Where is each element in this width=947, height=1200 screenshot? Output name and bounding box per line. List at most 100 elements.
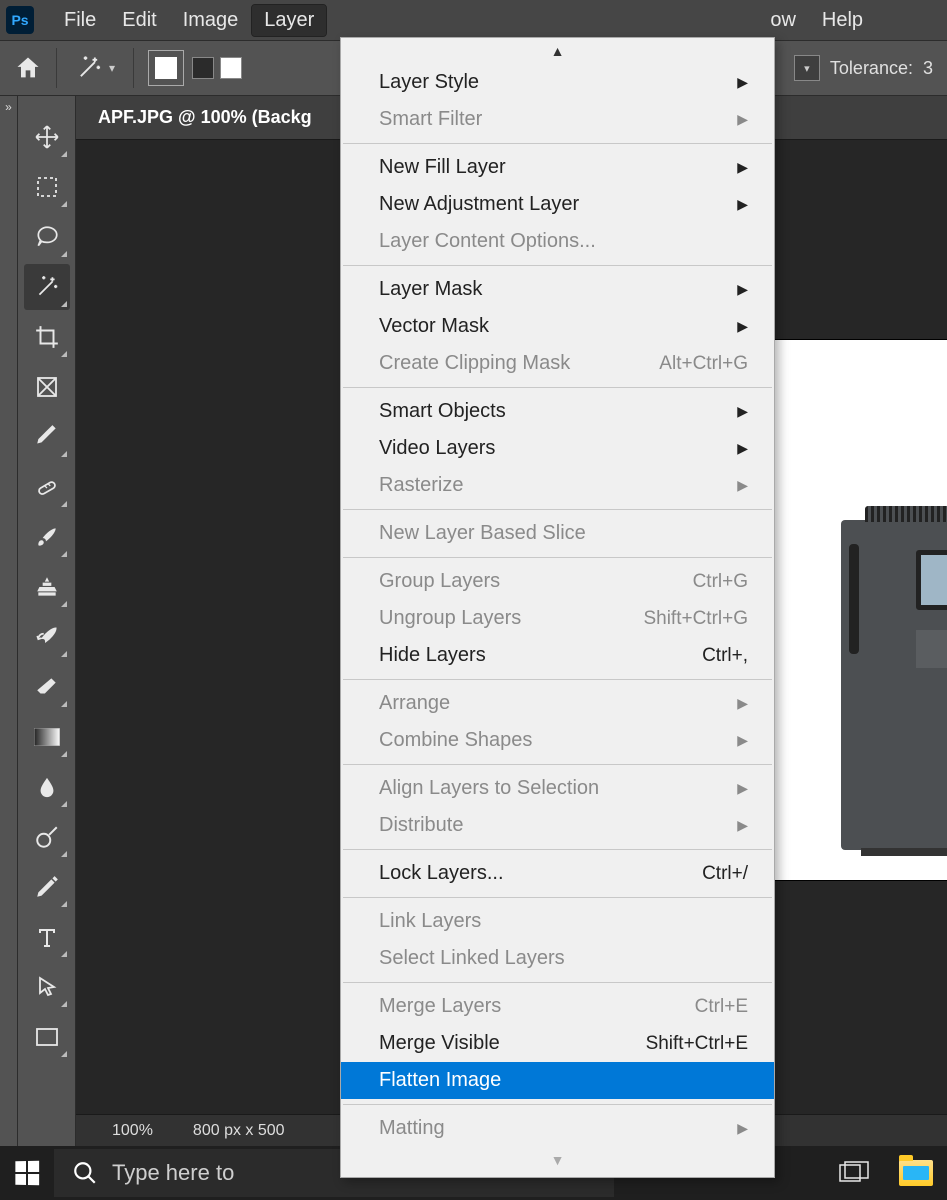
menu-layer[interactable]: Layer	[252, 5, 326, 36]
submenu-corner-icon	[61, 201, 67, 207]
menu-item-video-layers[interactable]: Video Layers ▶	[341, 430, 774, 467]
fill-mode-swatch[interactable]	[148, 50, 184, 86]
crop-tool[interactable]	[24, 314, 70, 360]
menu-item-label: Group Layers	[379, 570, 500, 593]
triangle-up-icon: ▲	[551, 43, 565, 59]
menu-shortcut: Ctrl+,	[702, 645, 748, 667]
menu-item-layer-mask[interactable]: Layer Mask▶	[341, 271, 774, 308]
menu-item-merge-layers: Merge LayersCtrl+E	[341, 988, 774, 1025]
healing-brush-tool[interactable]	[24, 464, 70, 510]
menu-item-select-linked-layers: Select Linked Layers	[341, 940, 774, 977]
eraser-tool[interactable]	[24, 664, 70, 710]
home-icon[interactable]	[14, 54, 42, 82]
clone-stamp-tool[interactable]	[24, 564, 70, 610]
menu-item-hide-layers[interactable]: Hide LayersCtrl+,	[341, 637, 774, 674]
pen-tool[interactable]	[24, 864, 70, 910]
menu-file[interactable]: File	[52, 5, 108, 36]
menu-scroll-down[interactable]: ▼	[341, 1147, 774, 1173]
sample-dropdown[interactable]: ▾	[794, 55, 820, 81]
submenu-corner-icon	[61, 701, 67, 707]
menu-item-matting: Matting▶	[341, 1110, 774, 1147]
mode-swatch-2[interactable]	[220, 57, 242, 79]
menu-item-new-layer-based-slice: New Layer Based Slice	[341, 515, 774, 552]
menu-item-smart-objects[interactable]: Smart Objects▶	[341, 393, 774, 430]
menu-image[interactable]: Image	[171, 5, 251, 36]
menu-item-new-adjustment-layer[interactable]: New Adjustment Layer▶	[341, 186, 774, 223]
submenu-arrow-icon: ▶	[737, 780, 748, 797]
menu-item-link-layers: Link Layers	[341, 903, 774, 940]
menu-item-layer-style[interactable]: Layer Style▶	[341, 64, 774, 101]
menu-edit[interactable]: Edit	[110, 5, 168, 36]
search-icon	[72, 1160, 98, 1186]
frame-tool[interactable]	[24, 364, 70, 410]
menu-separator	[343, 1104, 772, 1105]
tolerance-label: Tolerance:	[830, 58, 913, 79]
menu-item-distribute: Distribute▶	[341, 807, 774, 844]
menu-item-flatten-image[interactable]: Flatten Image	[341, 1062, 774, 1099]
menu-separator	[343, 265, 772, 266]
move-tool[interactable]	[24, 114, 70, 160]
dodge-tool[interactable]	[24, 814, 70, 860]
brush-tool[interactable]	[24, 514, 70, 560]
marquee-tool[interactable]	[24, 164, 70, 210]
menu-item-align-layers-to-selection: Align Layers to Selection ▶	[341, 770, 774, 807]
history-brush-tool[interactable]	[24, 614, 70, 660]
app-logo[interactable]: Ps	[6, 6, 34, 34]
windows-logo-icon	[15, 1161, 39, 1186]
path-selection-tool[interactable]	[24, 964, 70, 1010]
menu-item-label: Smart Filter	[379, 108, 482, 131]
type-tool[interactable]	[24, 914, 70, 960]
taskview-button[interactable]	[823, 1146, 885, 1200]
submenu-corner-icon	[61, 451, 67, 457]
menu-window[interactable]: ow	[758, 5, 808, 36]
eyedropper-tool[interactable]	[24, 414, 70, 460]
menu-item-merge-visible[interactable]: Merge VisibleShift+Ctrl+E	[341, 1025, 774, 1062]
menu-separator	[343, 679, 772, 680]
menu-separator	[343, 143, 772, 144]
blur-tool[interactable]	[24, 764, 70, 810]
menu-item-layer-content-options: Layer Content Options...	[341, 223, 774, 260]
submenu-arrow-icon: ▶	[737, 477, 748, 494]
start-button[interactable]	[0, 1146, 54, 1200]
menu-shortcut: Ctrl+E	[695, 996, 748, 1018]
panel-collapse-rail[interactable]: »	[0, 96, 18, 1146]
submenu-corner-icon	[61, 801, 67, 807]
divider	[56, 48, 57, 88]
menu-item-lock-layers[interactable]: Lock Layers...Ctrl+/	[341, 855, 774, 892]
submenu-corner-icon	[61, 501, 67, 507]
submenu-corner-icon	[61, 151, 67, 157]
tolerance-value[interactable]: 3	[923, 58, 933, 79]
menu-item-smart-filter: Smart Filter▶	[341, 101, 774, 138]
submenu-arrow-icon: ▶	[737, 440, 748, 457]
document-tab[interactable]: APF.JPG @ 100% (Backg	[76, 96, 334, 139]
submenu-arrow-icon: ▶	[737, 695, 748, 712]
gradient-tool[interactable]	[24, 714, 70, 760]
menu-item-label: Video Layers	[379, 437, 495, 460]
menu-item-combine-shapes: Combine Shapes▶	[341, 722, 774, 759]
submenu-corner-icon	[61, 251, 67, 257]
submenu-arrow-icon: ▶	[737, 74, 748, 91]
magic-wand-tool[interactable]	[24, 264, 70, 310]
menu-item-group-layers: Group LayersCtrl+G	[341, 563, 774, 600]
menu-item-label: Layer Mask	[379, 278, 482, 301]
menu-scroll-up[interactable]: ▲	[341, 38, 774, 64]
menu-shortcut: Alt+Ctrl+G	[659, 353, 748, 375]
mode-swatch-1[interactable]	[192, 57, 214, 79]
submenu-corner-icon	[61, 951, 67, 957]
menu-separator	[343, 849, 772, 850]
menu-item-label: Smart Objects	[379, 400, 506, 423]
menu-help[interactable]: Help	[810, 5, 875, 36]
tool-preset-picker[interactable]: ▾	[71, 52, 119, 84]
lasso-tool[interactable]	[24, 214, 70, 260]
menu-item-label: Layer Content Options...	[379, 230, 596, 253]
menu-item-label: New Fill Layer	[379, 156, 506, 179]
zoom-level[interactable]: 100%	[112, 1122, 153, 1140]
submenu-corner-icon	[61, 1001, 67, 1007]
menu-item-vector-mask[interactable]: Vector Mask▶	[341, 308, 774, 345]
menu-item-label: Align Layers to Selection	[379, 777, 599, 800]
file-explorer-button[interactable]	[885, 1146, 947, 1200]
menu-item-label: Rasterize	[379, 474, 463, 497]
chevron-down-icon: ▾	[109, 61, 115, 75]
rectangle-tool[interactable]	[24, 1014, 70, 1060]
menu-item-new-fill-layer[interactable]: New Fill Layer▶	[341, 149, 774, 186]
